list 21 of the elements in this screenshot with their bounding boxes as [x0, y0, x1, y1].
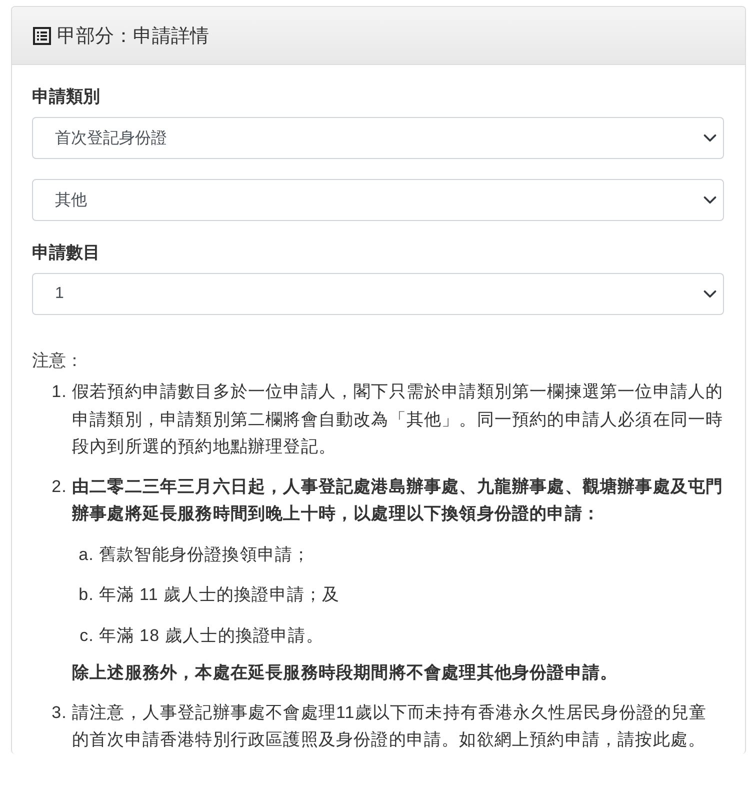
notice-text: 舊款智能身份證換領申請；: [99, 544, 310, 566]
list-marker: 1.: [50, 381, 67, 403]
notice-text: 年滿 18 歲人士的換證申請。: [99, 624, 324, 646]
notice-text: 請注意，人事登記辦事處不會處理11歲以下而未持有香港永久性居民身份證的兒童的首次申請香港特別行政區護照及身份證的申請。如欲網上預約申請，請按此處。: [72, 702, 708, 751]
list-marker: b.: [78, 584, 94, 606]
dropdown[interactable]: 其他: [32, 179, 724, 221]
list-marker: c.: [78, 624, 94, 646]
notice-text: 由二零二三年三月六日起，人事登記處港島辦事處、九龍辦事處、觀塘辦事處及屯門辦事處將延長服務時間到晚上十時，以處理以下換領身份證的申請：: [72, 476, 724, 525]
field-label: 申請類別: [32, 86, 101, 108]
dropdown[interactable]: 首次登記身份證: [32, 117, 724, 159]
list-marker: a.: [78, 544, 94, 566]
field-label: 申請數目: [32, 242, 101, 264]
list-icon: [33, 26, 51, 44]
notice-text: 除上述服務外，本處在延長服務時段期間將不會處理其他身份證申請。: [72, 662, 619, 684]
panel-title: 甲部分：申請詳情: [57, 24, 209, 48]
notice-text: 假若預約申請數目多於一位申請人，閣下只需於申請類別第一欄揀選第一位申請人的申請類別，申請類別第二欄將會自動改為「其他」。同一預約的申請人必須在同一時段內到所選的預約地點辦理登記。: [72, 381, 724, 458]
list-marker: 2.: [50, 476, 67, 498]
list-marker: 3.: [50, 702, 67, 724]
notice-text: 年滿 11 歲人士的換證申請；及: [99, 584, 340, 606]
notice-heading: 注意：: [32, 350, 84, 372]
dropdown[interactable]: 1: [32, 273, 724, 315]
